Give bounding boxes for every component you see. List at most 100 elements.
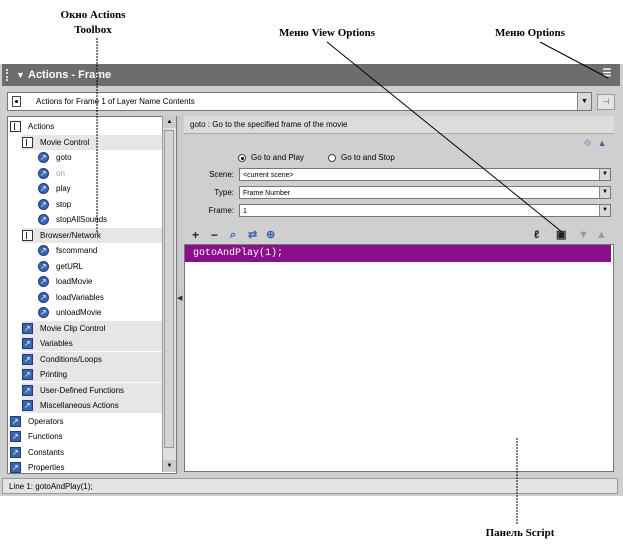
scroll-down-icon[interactable]: ▼ [163, 460, 176, 472]
chevron-down-icon[interactable]: ▼ [599, 187, 610, 198]
radio-stop-label: Go to and Stop [341, 153, 395, 162]
toolbox-item-label: Movie Control [40, 137, 90, 147]
chevron-down-icon[interactable]: ▼ [577, 93, 591, 110]
toolbox-item-browser-network[interactable]: Browser/Network [22, 227, 163, 243]
toolbox-item-label: Browser/Network [40, 230, 101, 240]
toolbox-item-label: Operators [28, 416, 64, 426]
replace-icon[interactable]: ⇄ [248, 228, 257, 242]
toolbox-item-goto[interactable]: goto [38, 150, 163, 165]
toolbox-item-geturl[interactable]: getURL [38, 259, 163, 274]
panel-titlebar[interactable]: ▼ Actions - Frame ☰ [2, 64, 620, 86]
status-bar: Line 1: gotoAndPlay(1); [2, 478, 618, 494]
reference-icon[interactable]: ⟐ [584, 138, 591, 148]
toolbox-item-label: Printing [40, 370, 68, 379]
action-icon [38, 212, 49, 227]
toolbox-item-movie-clip-control[interactable]: Movie Clip Control [22, 320, 163, 336]
toolbox-item-loadmovie[interactable]: loadMovie [38, 274, 163, 289]
panel-splitter[interactable]: ◀ [177, 116, 183, 472]
toolbox-item-label: stop [56, 199, 72, 209]
toolbox-item-actions[interactable]: Actions [10, 119, 163, 134]
toolbox-item-stop[interactable]: stop [38, 197, 163, 212]
category-icon [22, 383, 33, 398]
add-action-icon[interactable]: + [192, 228, 199, 242]
action-icon [38, 166, 49, 181]
action-description: goto : Go to the specified frame of the … [184, 116, 614, 134]
toolbox-item-label: stopAllSounds [56, 215, 108, 224]
toolbox-item-user-defined-functions[interactable]: User-Defined Functions [22, 382, 163, 398]
action-icon [38, 305, 49, 320]
action-icon [38, 181, 49, 196]
drag-grip-icon[interactable] [6, 69, 12, 81]
toolbox-item-play[interactable]: play [38, 181, 163, 196]
category-icon [22, 336, 33, 351]
toolbox-item-on[interactable]: on [38, 166, 163, 181]
toolbox-item-stopallsounds[interactable]: stopAllSounds [38, 212, 163, 227]
callout-toolbox: Окно Actions Toolbox [52, 8, 134, 38]
type-label: Type: [214, 188, 234, 197]
collapse-up-icon[interactable]: ▲ [598, 138, 607, 148]
toolbox-item-operators[interactable]: Operators [10, 414, 163, 429]
toolbox-item-label: Functions [28, 432, 63, 441]
context-selector[interactable]: Actions for Frame 1 of Layer Name Conten… [7, 92, 592, 111]
type-select[interactable]: Frame Number ▼ [239, 186, 611, 199]
toolbox-item-conditions-loops[interactable]: Conditions/Loops [22, 351, 163, 367]
action-icon [38, 150, 49, 165]
scroll-thumb[interactable] [164, 130, 174, 448]
scene-value: <current scene> [243, 172, 294, 179]
book-icon [10, 121, 21, 132]
delete-action-icon[interactable]: − [211, 228, 218, 242]
toolbox-item-functions[interactable]: Functions [10, 429, 163, 444]
toolbox-item-label: loadMovie [56, 277, 93, 286]
options-menu-icon[interactable]: ☰ [600, 68, 614, 80]
toolbox-item-printing[interactable]: Printing [22, 367, 163, 382]
scene-select[interactable]: <current scene> ▼ [239, 168, 611, 181]
action-icon [38, 259, 49, 274]
callout-options: Меню Options [495, 27, 565, 39]
toolbox-item-fscommand[interactable]: fscommand [38, 243, 163, 258]
radio-dot [328, 154, 336, 162]
toolbox-item-variables[interactable]: Variables [22, 336, 163, 351]
callout-script: Панель Script [485, 527, 555, 539]
scroll-up-icon[interactable]: ▲ [163, 116, 176, 128]
action-icon [38, 290, 49, 305]
actions-toolbox: Actions Movie Control goto on play stop stopAl… [7, 116, 177, 474]
type-value: Frame Number [243, 190, 291, 197]
category-icon [22, 367, 33, 382]
collapse-triangle-icon[interactable]: ▼ [16, 64, 25, 86]
pin-script-button[interactable]: ⊣ [597, 94, 615, 110]
toolbox-item-miscellaneous-actions[interactable]: Miscellaneous Actions [22, 398, 163, 413]
toolbox-item-label: goto [56, 153, 72, 162]
toolbox-item-properties[interactable]: Properties [10, 460, 163, 473]
category-icon [10, 429, 21, 444]
toolbox-item-constants[interactable]: Constants [10, 445, 163, 460]
panel-title: Actions - Frame [28, 69, 112, 81]
toolbox-item-label: Actions [28, 122, 55, 131]
toolbox-item-label: loadVariables [56, 292, 104, 302]
target-path-icon[interactable]: ⊕ [266, 228, 275, 242]
script-area: goto : Go to the specified frame of the … [184, 116, 614, 472]
toolbox-item-loadvariables[interactable]: loadVariables [38, 290, 163, 305]
debug-options-icon[interactable]: ℓ [534, 228, 539, 242]
toolbox-item-label: Properties [28, 463, 65, 472]
toolbox-item-label: Conditions/Loops [40, 354, 102, 364]
collapse-arrow-icon[interactable]: ◀ [177, 294, 182, 302]
actions-panel: ▼ Actions - Frame ☰ Actions for Frame 1 … [0, 64, 623, 496]
category-icon [22, 352, 33, 367]
script-pane[interactable]: gotoAndPlay(1); [184, 244, 614, 472]
toolbox-item-movie-control[interactable]: Movie Control [22, 134, 163, 150]
move-up-icon[interactable]: ▲ [596, 228, 607, 242]
find-icon[interactable]: ⌕ [230, 228, 236, 242]
callout-toolbox-line: Toolbox [74, 24, 112, 36]
frame-label: Frame: [208, 206, 234, 215]
chevron-down-icon[interactable]: ▼ [599, 205, 610, 216]
toolbox-item-label: on [56, 168, 65, 178]
chevron-down-icon[interactable]: ▼ [599, 169, 610, 180]
action-icon [38, 274, 49, 289]
script-line-selected[interactable]: gotoAndPlay(1); [185, 245, 611, 262]
toolbox-scrollbar[interactable]: ▲ ▼ [162, 116, 176, 472]
view-options-icon[interactable]: ▣ [556, 228, 566, 242]
toolbox-item-unloadmovie[interactable]: unloadMovie [38, 305, 163, 320]
move-down-icon[interactable]: ▼ [578, 228, 589, 242]
frame-input[interactable]: 1 ▼ [239, 204, 611, 217]
callout-toolbox-line: Окно Actions [60, 9, 126, 21]
